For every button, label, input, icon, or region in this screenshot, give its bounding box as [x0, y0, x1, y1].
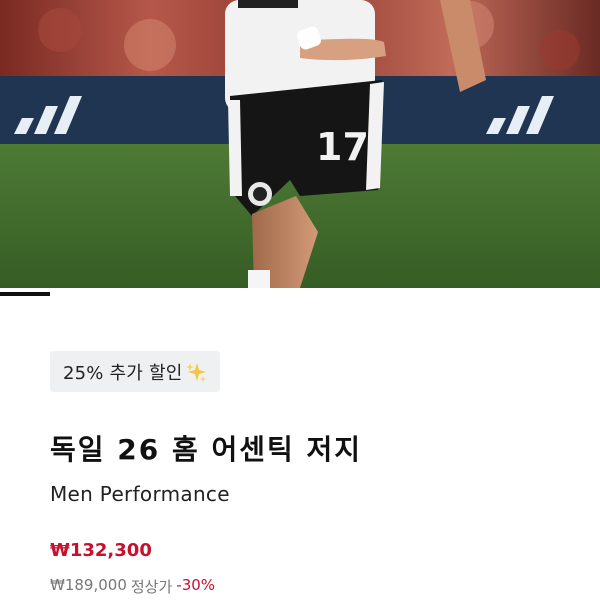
original-price: ₩189,000 — [50, 576, 127, 594]
discount-rate: -30% — [176, 576, 216, 594]
promo-badge: 25% 추가 할인 — [50, 351, 220, 392]
gallery-indicator — [0, 292, 600, 297]
gallery-indicator-active — [0, 292, 50, 296]
product-hero-image[interactable]: 17 — [0, 0, 600, 288]
sale-price: ₩132,300 — [50, 540, 152, 561]
jersey-number: 17 — [316, 125, 369, 169]
player-photo: 17 — [0, 0, 600, 288]
promo-badge-label: 25% 추가 할인 — [63, 362, 183, 384]
product-category: Men Performance — [50, 482, 230, 506]
product-title: 독일 26 홈 어센틱 저지 — [50, 433, 363, 466]
original-price-label: 정상가 — [130, 578, 173, 596]
original-price-row: ₩189,000 정상가 -30% — [50, 576, 215, 597]
sparkles-icon — [185, 361, 207, 383]
